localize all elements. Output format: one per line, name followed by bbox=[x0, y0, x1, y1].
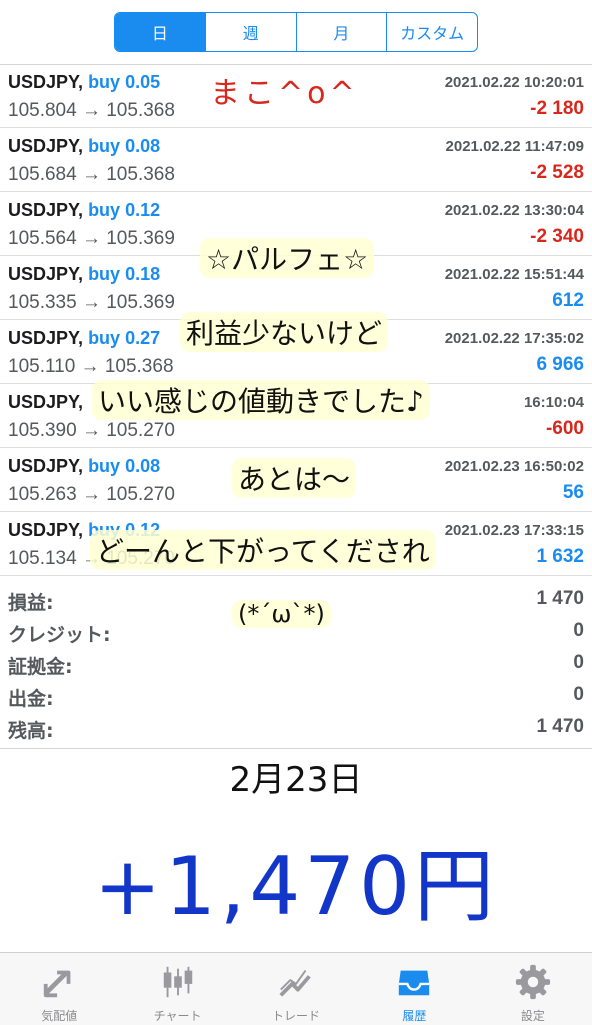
tab-label: 履歴 bbox=[402, 1009, 427, 1023]
trade-profit: 6 966 bbox=[536, 354, 584, 375]
summary-label: 出金: bbox=[8, 688, 54, 710]
trade-symbol: USDJPY, bbox=[8, 136, 84, 156]
summary-row-withdrawal: 出金: 0 bbox=[0, 680, 592, 712]
summary-label: 残高: bbox=[8, 720, 54, 742]
summary-value: 1 470 bbox=[536, 588, 584, 609]
period-tab-custom[interactable]: カスタム bbox=[386, 13, 477, 51]
trade-prices: 105.684 → 105.368 bbox=[8, 164, 175, 185]
quotes-icon bbox=[44, 970, 71, 998]
summary-label: 証拠金: bbox=[8, 656, 73, 678]
trade-symbol: USDJPY, bbox=[8, 392, 84, 412]
trade-profit: 1 632 bbox=[536, 546, 584, 567]
summary-value: 1 470 bbox=[536, 716, 584, 737]
trade-time: 2021.02.22 13:30:04 bbox=[444, 202, 584, 219]
trade-trend-icon bbox=[279, 970, 311, 997]
trade-profit: 612 bbox=[552, 290, 584, 311]
handwritten-note-line1: 利益少ないけど bbox=[180, 312, 389, 352]
trade-row[interactable]: USDJPY, buy 0.08 105.684 → 105.368 2021.… bbox=[0, 128, 592, 192]
trade-prices: 105.390 → 105.270 bbox=[8, 420, 175, 441]
trade-prices: 105.110 → 105.368 bbox=[8, 356, 174, 377]
summary-value: 0 bbox=[573, 620, 584, 641]
trade-symbol: USDJPY, bbox=[8, 520, 84, 540]
handwritten-amount: +1,470円 bbox=[93, 840, 499, 933]
period-tab-day[interactable]: 日 bbox=[115, 13, 205, 51]
trade-profit: -2 180 bbox=[530, 98, 584, 119]
trade-profit: 56 bbox=[562, 482, 584, 503]
trade-side: buy 0.05 bbox=[88, 72, 161, 92]
tab-label: トレード bbox=[272, 1009, 321, 1023]
handwritten-note-line2: いい感じの値動きでした♪ bbox=[92, 380, 430, 420]
trade-time: 2021.02.22 15:51:44 bbox=[444, 266, 584, 283]
trade-symbol: USDJPY, bbox=[8, 328, 84, 348]
handwritten-emoticon: (*´ω`*) bbox=[232, 600, 331, 628]
summary-row-margin: 証拠金: 0 bbox=[0, 648, 592, 680]
trade-time: 2021.02.22 10:20:01 bbox=[444, 74, 584, 91]
gear-icon bbox=[515, 964, 550, 1000]
period-selector: 日 週 月 カスタム bbox=[114, 12, 478, 52]
handwritten-signature: まこ^o^ bbox=[210, 76, 359, 111]
tab-quotes[interactable]: 気配値 bbox=[0, 953, 118, 1025]
tab-trade[interactable]: トレード bbox=[237, 953, 355, 1025]
period-tab-month[interactable]: 月 bbox=[295, 13, 387, 51]
trade-prices: 105.263 → 105.270 bbox=[8, 484, 175, 505]
handwritten-note-parfait: ☆パルフェ☆ bbox=[200, 238, 375, 278]
tab-label: チャート bbox=[153, 1009, 202, 1023]
summary-value: 0 bbox=[573, 652, 584, 673]
tab-history[interactable]: 履歴 bbox=[355, 953, 473, 1025]
trade-time: 2021.02.23 16:50:02 bbox=[444, 458, 584, 475]
summary-row-balance: 残高: 1 470 bbox=[0, 712, 592, 744]
summary-label: クレジット: bbox=[8, 624, 111, 646]
trade-profit: -600 bbox=[545, 418, 584, 439]
handwritten-note-line3: あとは〜 bbox=[232, 458, 357, 498]
trade-prices: 105.804 → 105.368 bbox=[8, 100, 175, 121]
tab-settings[interactable]: 設定 bbox=[474, 953, 592, 1025]
trade-side: buy 0.12 bbox=[88, 200, 161, 220]
trade-time: 2021.02.22 11:47:09 bbox=[445, 138, 584, 155]
trade-prices: 105.564 → 105.369 bbox=[8, 228, 175, 249]
handwritten-date: 2月23日 bbox=[229, 760, 363, 800]
summary-divider bbox=[0, 748, 592, 749]
trade-time: 2021.02.22 17:35:02 bbox=[444, 330, 584, 347]
history-inbox-icon bbox=[399, 970, 430, 996]
trade-symbol: USDJPY, bbox=[8, 456, 84, 476]
trade-time: 16:10:04 bbox=[523, 394, 584, 411]
trade-symbol: USDJPY, bbox=[8, 200, 84, 220]
period-tab-week[interactable]: 週 bbox=[204, 13, 296, 51]
candlestick-chart-icon bbox=[163, 966, 192, 998]
trade-side: buy 0.08 bbox=[88, 136, 161, 156]
trade-side: buy 0.18 bbox=[88, 264, 161, 284]
trade-prices: 105.335 → 105.369 bbox=[8, 292, 175, 313]
trade-side: buy 0.08 bbox=[88, 456, 161, 476]
tab-label: 気配値 bbox=[41, 1009, 78, 1023]
tab-label: 設定 bbox=[520, 1009, 545, 1023]
trade-profit: -2 528 bbox=[530, 162, 584, 183]
tab-chart[interactable]: チャート bbox=[118, 953, 236, 1025]
trade-symbol: USDJPY, bbox=[8, 72, 84, 92]
trade-symbol: USDJPY, bbox=[8, 264, 84, 284]
trade-time: 2021.02.23 17:33:15 bbox=[444, 522, 584, 539]
summary-value: 0 bbox=[573, 684, 584, 705]
trade-side: buy 0.27 bbox=[88, 328, 161, 348]
summary-label: 損益: bbox=[8, 592, 54, 614]
trade-profit: -2 340 bbox=[530, 226, 584, 247]
handwritten-note-line4: どーんと下がってくだされ bbox=[90, 530, 436, 570]
bottom-tab-bar: 気配値 チャート トレード 履歴 設定 bbox=[0, 952, 592, 1025]
